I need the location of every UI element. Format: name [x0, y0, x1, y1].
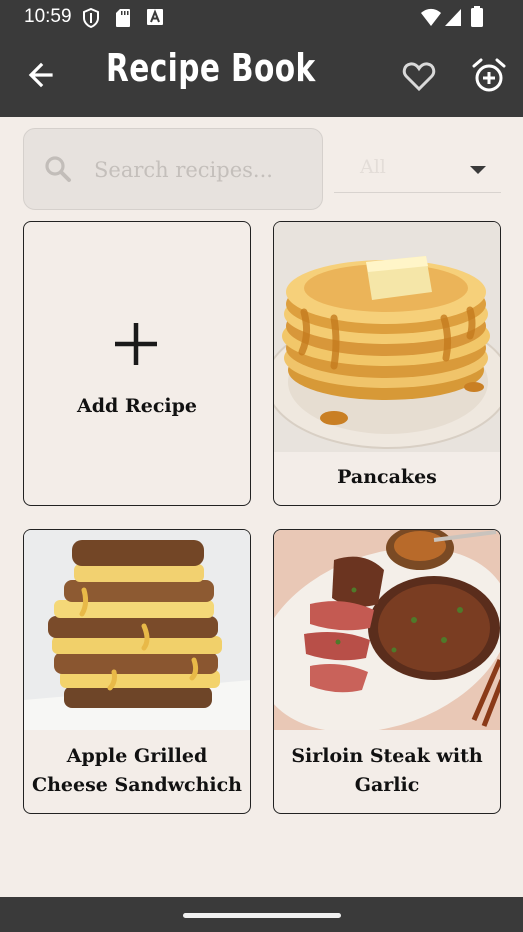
recipe-card-grilled-cheese[interactable]: Apple Grilled Cheese Sandwchich: [23, 529, 251, 814]
system-nav-bar: [0, 897, 523, 932]
page-title: Recipe Book: [106, 46, 316, 90]
alarm-add-icon[interactable]: [471, 58, 507, 94]
font-a-icon: [147, 9, 163, 25]
status-time: 10:59: [24, 6, 72, 27]
dropdown-arrow-icon: [470, 166, 486, 174]
recipe-card-sirloin-steak[interactable]: Sirloin Steak with Garlic: [273, 529, 501, 814]
recipe-title: Sirloin Steak with Garlic: [291, 745, 483, 796]
recipe-card-pancakes[interactable]: Pancakes: [273, 221, 501, 506]
search-icon: [45, 156, 71, 182]
back-arrow-icon[interactable]: [24, 58, 58, 92]
heart-outline-icon[interactable]: [402, 60, 436, 92]
search-box[interactable]: [23, 128, 323, 210]
signal-icon: [445, 9, 461, 26]
wifi-icon: [421, 8, 441, 26]
status-bar: 10:59: [0, 0, 523, 36]
search-input[interactable]: [94, 153, 314, 187]
recipe-image-grilled-cheese: [24, 530, 250, 730]
category-filter-dropdown[interactable]: All: [334, 146, 501, 193]
battery-icon: [471, 6, 483, 27]
sd-card-icon: [116, 9, 130, 27]
recipe-title: Pancakes: [337, 466, 437, 488]
add-recipe-label: Add Recipe: [77, 395, 197, 417]
recipe-title: Apple Grilled Cheese Sandwchich: [32, 745, 242, 796]
recipe-image-sirloin-steak: [274, 530, 500, 730]
filter-selected-value: All: [360, 156, 386, 178]
shield-icon: [83, 8, 99, 28]
app-bar: Recipe Book: [0, 36, 523, 117]
recipe-image-pancakes: [274, 222, 500, 452]
home-gesture-pill[interactable]: [183, 913, 341, 918]
plus-icon: [115, 323, 157, 365]
add-recipe-card[interactable]: Add Recipe: [23, 221, 251, 506]
